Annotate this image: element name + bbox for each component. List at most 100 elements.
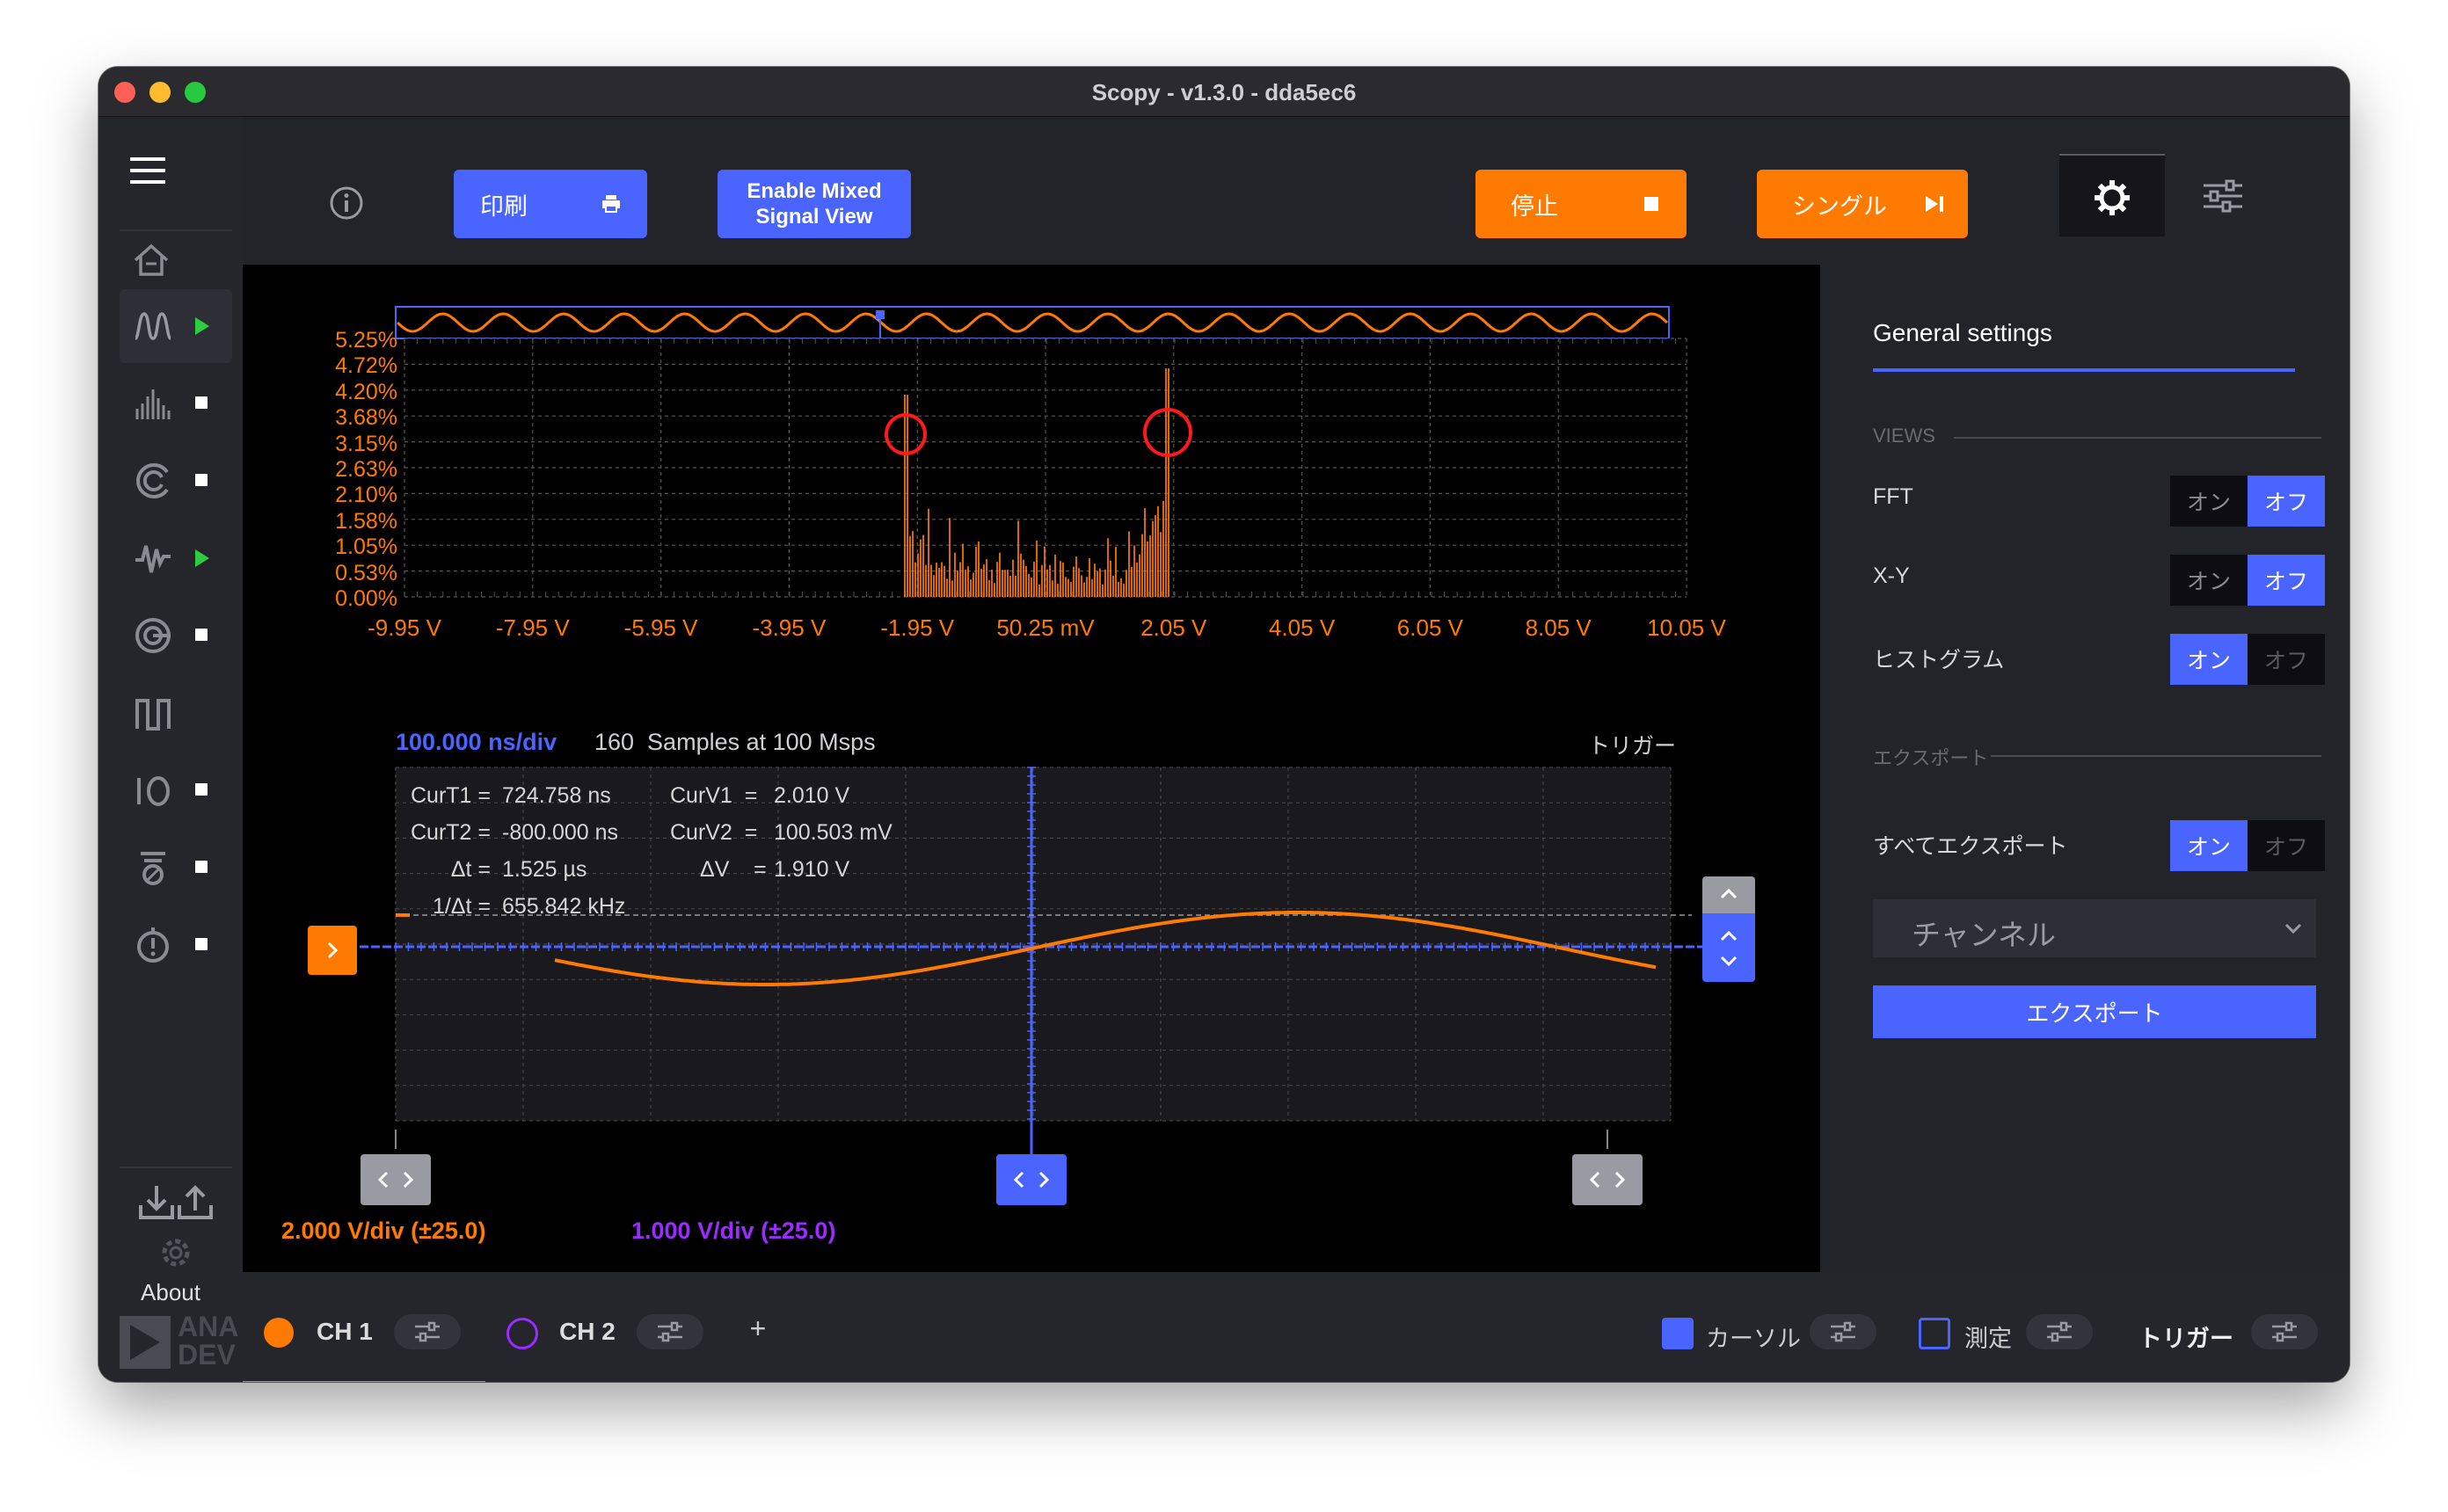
signal-overview-strip[interactable]: [395, 306, 1670, 339]
xy-on-option[interactable]: オン: [2170, 555, 2248, 606]
stop-icon: [1644, 197, 1658, 211]
export-all-on-option[interactable]: オン: [2170, 820, 2248, 871]
ch2-settings-button[interactable]: [637, 1314, 703, 1349]
printer-icon: [602, 195, 620, 213]
curv2-label: CurV2 =: [670, 820, 758, 845]
pattern-generator-icon: [135, 699, 171, 731]
delta-t-label: Δt =: [450, 857, 491, 882]
stopped-indicator-icon: [195, 861, 208, 873]
fft-off-option[interactable]: オフ: [2248, 476, 2325, 527]
histogram-plot: [404, 338, 1687, 598]
histogram-y-tick: 3.68%: [335, 405, 397, 431]
single-button-label: シングル: [1792, 193, 1887, 220]
stop-button[interactable]: 停止: [1475, 170, 1687, 238]
ch1-scale-label: 2.000 V/div (±25.0): [281, 1218, 486, 1244]
spectrum-analyzer-icon: [135, 389, 171, 419]
save-load-icon[interactable]: [137, 1181, 216, 1223]
histogram-y-tick: 4.72%: [335, 353, 397, 379]
signal-generator-icon: [135, 545, 171, 573]
left-right-arrows-icon: [377, 1171, 414, 1189]
stopped-indicator-icon: [195, 396, 208, 409]
xy-toggle[interactable]: オン オフ: [2170, 555, 2325, 606]
channel-select[interactable]: チャンネル: [1873, 899, 2316, 957]
general-settings-tab[interactable]: [2059, 154, 2165, 236]
ch1-color-indicator[interactable]: [264, 1318, 294, 1348]
export-all-toggle[interactable]: オン オフ: [2170, 820, 2325, 871]
ch1-offset-handle[interactable]: [308, 926, 357, 975]
histogram-toggle[interactable]: オン オフ: [2170, 634, 2325, 685]
fft-toggle[interactable]: オン オフ: [2170, 476, 2325, 527]
curt1-label: CurT1 =: [410, 783, 491, 808]
stopped-indicator-icon: [195, 783, 208, 796]
settings-sliders-icon: [1831, 1321, 1855, 1342]
app-window: Scopy - v1.3.0 - dda5ec6 About ANA DEV 印…: [98, 67, 2350, 1382]
histogram-y-tick: 2.10%: [335, 483, 397, 508]
main-area: 印刷 Enable Mixed Signal View 停止 シングル 5.25…: [243, 117, 2350, 1382]
delta-v-label: ΔV =: [700, 857, 767, 882]
left-right-arrows-icon: [1589, 1171, 1626, 1189]
enable-mixed-signal-view-button[interactable]: Enable Mixed Signal View: [718, 170, 911, 238]
curt2-value: -800.000 ns: [502, 820, 619, 845]
add-channel-button[interactable]: +: [742, 1312, 774, 1345]
export-button[interactable]: エクスポート: [1873, 985, 2316, 1038]
ch1-tab[interactable]: CH 1: [243, 1272, 485, 1382]
chevron-right-icon: [327, 941, 339, 959]
sidebar-item-signal-generator[interactable]: [120, 521, 232, 595]
cursor-t1-handle[interactable]: [1572, 1154, 1643, 1205]
histogram-off-option[interactable]: オフ: [2248, 634, 2325, 685]
settings-sliders-icon: [658, 1321, 682, 1342]
analog-devices-logo: ANA DEV: [120, 1314, 243, 1370]
sidebar-item-digital-io[interactable]: [120, 753, 232, 827]
cursors-toggle[interactable]: [1662, 1318, 1694, 1349]
measure-toggle[interactable]: [1919, 1318, 1950, 1349]
views-section-label: VIEWS: [1873, 425, 1935, 447]
stopped-indicator-icon: [195, 474, 208, 486]
sidebar-item-pattern-generator[interactable]: [120, 676, 232, 750]
running-indicator-icon: [195, 549, 209, 567]
trigger-settings-button[interactable]: [2251, 1314, 2318, 1349]
stop-button-label: 停止: [1511, 193, 1558, 220]
histogram-x-tick: -5.95 V: [623, 614, 698, 641]
trigger-level-handle[interactable]: [1702, 913, 1755, 982]
sidebar-item-spectrum-analyzer[interactable]: [120, 367, 232, 440]
settings-sliders-icon: [415, 1321, 440, 1342]
digital-io-icon: [137, 776, 170, 806]
trigger-time-handle[interactable]: [996, 1154, 1067, 1205]
fft-on-option[interactable]: オン: [2170, 476, 2248, 527]
ch2-label: CH 2: [559, 1318, 616, 1345]
sidebar-item-voltmeter[interactable]: [120, 908, 232, 982]
ch1-settings-button[interactable]: [394, 1314, 461, 1349]
menu-icon[interactable]: [130, 156, 165, 185]
histogram-x-tick: 6.05 V: [1396, 614, 1463, 641]
plot-area: 5.25% 4.72% 4.20% 3.68% 3.15% 2.63% 2.10% 1.58%…: [243, 265, 1820, 1272]
histogram-x-tick: 4.05 V: [1269, 614, 1336, 641]
histogram-y-tick: 3.15%: [335, 431, 397, 456]
channel-settings-icon[interactable]: [2202, 178, 2244, 214]
sidebar-item-power-supply[interactable]: [120, 831, 232, 905]
sidebar-item-network-analyzer[interactable]: [120, 444, 232, 518]
about-button[interactable]: About: [98, 1279, 243, 1306]
trigger-level-up-button[interactable]: [1702, 876, 1755, 913]
curv1-value: 2.010 V: [774, 783, 850, 808]
measure-settings-button[interactable]: [2026, 1314, 2093, 1349]
title-bar: Scopy - v1.3.0 - dda5ec6: [98, 67, 2350, 117]
xy-off-option[interactable]: オフ: [2248, 555, 2325, 606]
info-icon[interactable]: [329, 185, 364, 221]
export-all-off-option[interactable]: オフ: [2248, 820, 2325, 871]
print-button-label: 印刷: [480, 193, 528, 220]
home-icon[interactable]: [132, 243, 171, 278]
cursor-t2-handle[interactable]: [361, 1154, 431, 1205]
preferences-icon[interactable]: [157, 1233, 195, 1272]
chevron-down-icon: [2284, 923, 2302, 934]
histogram-y-tick: 1.58%: [335, 508, 397, 534]
histogram-on-option[interactable]: オン: [2170, 634, 2248, 685]
histogram-y-tick: 0.53%: [335, 560, 397, 585]
print-button[interactable]: 印刷: [454, 170, 647, 238]
sidebar-item-oscilloscope[interactable]: [120, 289, 232, 363]
sidebar-item-logic-analyzer[interactable]: [120, 599, 232, 672]
ch2-color-indicator[interactable]: [506, 1318, 538, 1349]
mixed-signal-line-2: Signal View: [755, 205, 873, 229]
cursors-settings-button[interactable]: [1810, 1314, 1876, 1349]
ch2-tab[interactable]: CH 2: [485, 1272, 732, 1382]
single-button[interactable]: シングル: [1757, 170, 1968, 238]
